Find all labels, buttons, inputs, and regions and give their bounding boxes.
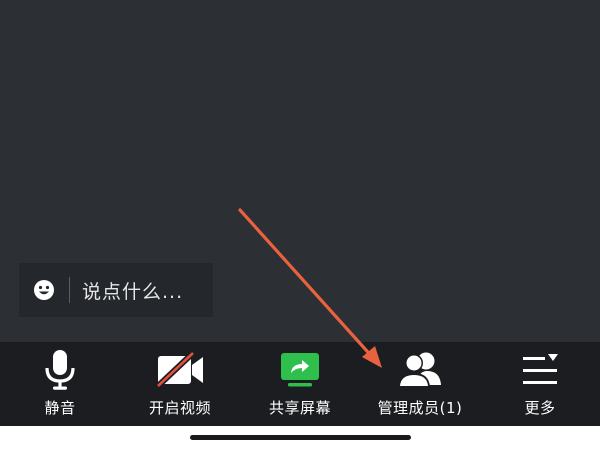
chat-placeholder[interactable]: 说点什么... xyxy=(82,277,183,304)
mute-button[interactable]: 静音 xyxy=(0,342,120,426)
more-label: 更多 xyxy=(524,399,556,417)
start-video-label: 开启视频 xyxy=(148,399,211,417)
start-video-button[interactable]: 开启视频 xyxy=(120,342,240,426)
chat-input-bar[interactable]: 说点什么... xyxy=(19,263,213,317)
share-screen-button[interactable]: 共享屏幕 xyxy=(240,342,360,426)
mute-label: 静音 xyxy=(44,399,76,417)
share-screen-icon xyxy=(279,350,321,390)
emoji-icon xyxy=(34,280,54,300)
meeting-toolbar: 静音 开启视频 共享屏幕 管理成员(1) 更多 xyxy=(0,342,600,426)
meeting-screen: 说点什么... 静音 开启视频 共享屏幕 管理成员(1) 更多 xyxy=(0,0,600,450)
participants-icon xyxy=(397,350,443,390)
more-menu-icon xyxy=(520,350,560,390)
chat-divider xyxy=(69,277,70,303)
share-screen-label: 共享屏幕 xyxy=(268,399,331,417)
manage-participants-label: 管理成员(1) xyxy=(377,399,463,417)
emoji-button[interactable] xyxy=(19,263,69,317)
microphone-icon xyxy=(43,350,77,390)
manage-participants-button[interactable]: 管理成员(1) xyxy=(360,342,480,426)
more-button[interactable]: 更多 xyxy=(480,342,600,426)
home-indicator[interactable] xyxy=(190,435,411,440)
video-off-icon xyxy=(155,350,205,390)
